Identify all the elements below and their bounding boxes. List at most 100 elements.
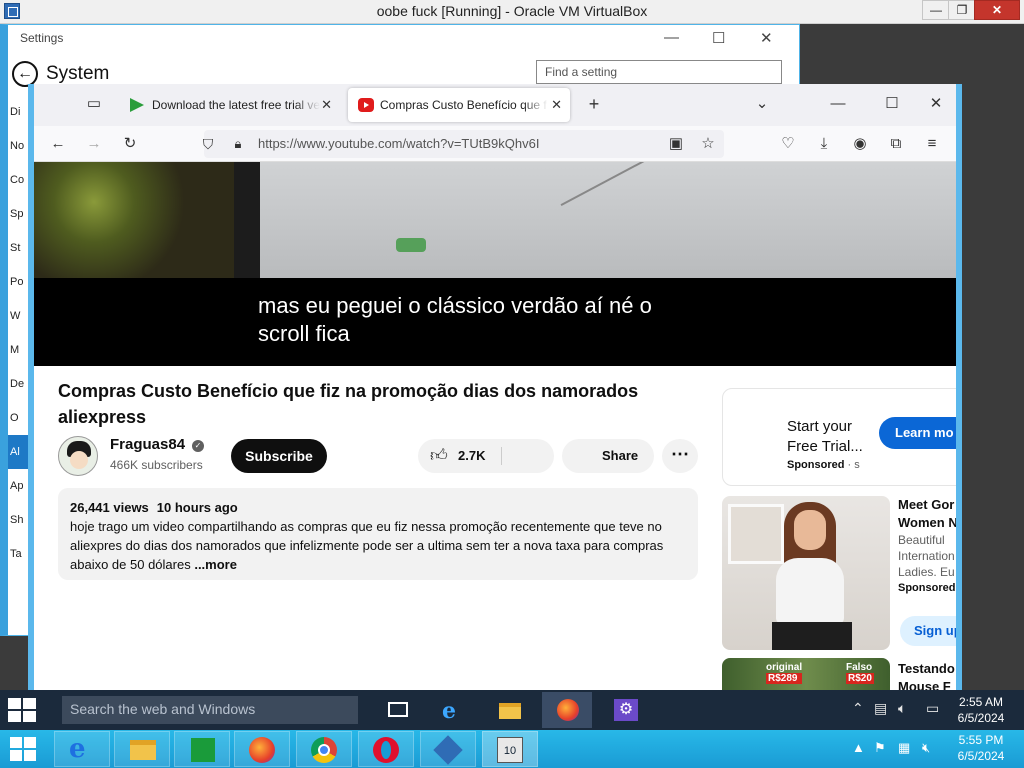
ff-minimize-button[interactable]: — (828, 94, 848, 114)
view-count: 26,441 views (70, 500, 149, 515)
guest-clock[interactable]: 2:55 AM 6/5/2024 (952, 694, 1010, 726)
firefox-host-icon[interactable] (234, 731, 290, 767)
account-icon[interactable]: ◉ (850, 134, 870, 154)
description-box[interactable]: 26,441 views 10 hours ago hoje trago um v… (58, 488, 698, 580)
channel-name[interactable]: Fraguas84 (110, 436, 185, 453)
video-plant (34, 162, 234, 278)
settings-nav-item[interactable]: Ap (8, 469, 30, 503)
show-hidden-icons-icon[interactable]: ⌃ (852, 700, 864, 717)
settings-nav-item-selected[interactable]: Al (8, 435, 30, 469)
settings-nav-item[interactable]: Ta (8, 537, 30, 571)
url-text[interactable]: https://www.youtube.com/watch?v=TUtB9kQh… (258, 136, 578, 151)
forward-icon[interactable]: → (84, 134, 104, 154)
opera-icon[interactable] (358, 731, 414, 767)
sponsored-label: Sponsored (898, 582, 956, 594)
ff-maximize-button[interactable]: ☐ (882, 94, 902, 114)
action-center-icon[interactable]: ▭ (926, 700, 939, 717)
settings-nav-item[interactable]: Po (8, 265, 30, 299)
tab-download[interactable]: Download the latest free trial ve ✕ (120, 88, 340, 122)
firefox-taskbar-icon[interactable] (542, 692, 592, 728)
extensions-icon[interactable]: ⧉ (886, 134, 906, 154)
host-clock[interactable]: 5:55 PM 6/5/2024 (950, 732, 1012, 764)
ad-title: Start your Free Trial... (787, 418, 863, 455)
firefox-view-icon[interactable]: ▭ (84, 94, 104, 114)
close-tab-icon[interactable]: ✕ (547, 88, 562, 122)
thumbs-up-icon[interactable]: 👍︎ (430, 445, 448, 466)
host-start-button[interactable] (10, 737, 38, 761)
recommended-title: Testando (898, 661, 955, 676)
more-link[interactable]: ...more (194, 557, 237, 572)
edge-icon[interactable]: e (428, 692, 478, 728)
picture-in-picture-icon[interactable]: ▣ (666, 134, 686, 154)
new-tab-button[interactable]: + (584, 94, 604, 114)
recommended-info[interactable]: Meet Gor Women N Beautiful Internation L… (898, 496, 956, 594)
virtualbox-host-icon[interactable] (420, 731, 476, 767)
host-show-hidden-icon[interactable]: ▲ (852, 740, 865, 755)
network-icon[interactable]: ▤ (874, 700, 887, 717)
host-close-button[interactable]: ✕ (974, 0, 1020, 20)
settings-nav-item[interactable]: M (8, 333, 30, 367)
settings-nav-item[interactable]: De (8, 367, 30, 401)
task-view-icon[interactable] (372, 692, 422, 728)
video-caption: mas eu peguei o clássico verdão aí né o … (258, 292, 738, 348)
settings-maximize-button[interactable]: ☐ (712, 29, 725, 47)
host-network-icon[interactable]: ▦ (898, 740, 910, 756)
volume-icon[interactable]: 🔈︎ (898, 700, 906, 717)
reload-icon[interactable]: ↻ (120, 134, 140, 154)
settings-nav-item[interactable]: Di (8, 95, 30, 129)
find-setting-input[interactable]: Find a setting (536, 60, 782, 84)
settings-nav-item[interactable]: No (8, 129, 30, 163)
file-explorer-icon[interactable] (114, 731, 170, 767)
tab-youtube[interactable]: Compras Custo Benefício que f ✕ (348, 88, 570, 122)
virtualbox-vm-icon[interactable]: 10 (482, 731, 538, 767)
more-actions-button[interactable]: ⋯ (662, 439, 698, 473)
learn-more-button[interactable]: Learn mo (879, 417, 956, 449)
internet-explorer-icon[interactable]: e (54, 731, 110, 767)
video-player[interactable]: mas eu peguei o clássico verdão aí né o … (34, 162, 956, 366)
host-restore-button[interactable]: ❐ (948, 0, 976, 20)
chrome-icon[interactable] (296, 731, 352, 767)
menu-icon[interactable]: ≡ (922, 134, 942, 154)
guest-search-box[interactable]: Search the web and Windows (62, 696, 358, 724)
guest-start-button[interactable] (8, 698, 38, 722)
settings-nav-item[interactable]: St (8, 231, 30, 265)
host-minimize-button[interactable]: — (922, 0, 950, 20)
settings-nav-item[interactable]: O (8, 401, 30, 435)
subscribe-button[interactable]: Subscribe (231, 439, 327, 473)
settings-nav-item[interactable]: Sp (8, 197, 30, 231)
settings-close-button[interactable]: ✕ (760, 29, 773, 47)
like-count[interactable]: 2.7K (458, 448, 485, 463)
ff-close-button[interactable]: ✕ (926, 94, 946, 114)
back-icon[interactable]: ← (48, 134, 68, 154)
recommended-thumbnail-2[interactable]: original R$289 Falso R$20 (722, 658, 890, 690)
shield-icon[interactable]: ⛉ (198, 134, 218, 154)
ad-card[interactable]: Start your Free Trial... Sponsored · s L… (722, 388, 956, 486)
settings-nav-item[interactable]: Co (8, 163, 30, 197)
thumb-face (794, 510, 826, 550)
description-text: hoje trago um video compartilhando as co… (70, 519, 664, 572)
folder-icon[interactable] (484, 692, 534, 728)
close-tab-icon[interactable]: ✕ (317, 88, 332, 122)
pocket-icon[interactable]: ♡ (778, 134, 798, 154)
channel-avatar[interactable] (58, 436, 98, 476)
subscriber-count: 466K subscribers (110, 458, 203, 472)
bookmark-star-icon[interactable]: ☆ (698, 134, 718, 154)
lock-icon[interactable]: 🔒︎ (228, 134, 248, 154)
settings-nav-item[interactable]: W (8, 299, 30, 333)
settings-nav-item[interactable]: Sh (8, 503, 30, 537)
youtube-favicon-icon (358, 98, 374, 112)
share-button[interactable]: Share (562, 439, 654, 473)
host-flag-icon[interactable]: ⚑ (874, 740, 886, 756)
list-tabs-chevron-icon[interactable]: ⌄ (752, 94, 772, 114)
description-meta: 26,441 views 10 hours ago (70, 498, 686, 517)
downloads-icon[interactable]: ⤓ (814, 134, 834, 154)
settings-gear-icon[interactable]: ⚙ (600, 692, 650, 728)
settings-minimize-button[interactable]: — (664, 29, 679, 46)
url-bar[interactable]: ⛉ 🔒︎ https://www.youtube.com/watch?v=TUt… (203, 130, 724, 158)
host-volume-muted-icon[interactable]: 🔇︎ (922, 740, 930, 756)
recommended-info-2[interactable]: Testando Mouse F (898, 660, 956, 690)
recommended-thumbnail[interactable] (722, 496, 890, 650)
host-date: 6/5/2024 (957, 749, 1005, 763)
store-icon[interactable] (174, 731, 230, 767)
sign-up-button[interactable]: Sign up (900, 616, 956, 646)
